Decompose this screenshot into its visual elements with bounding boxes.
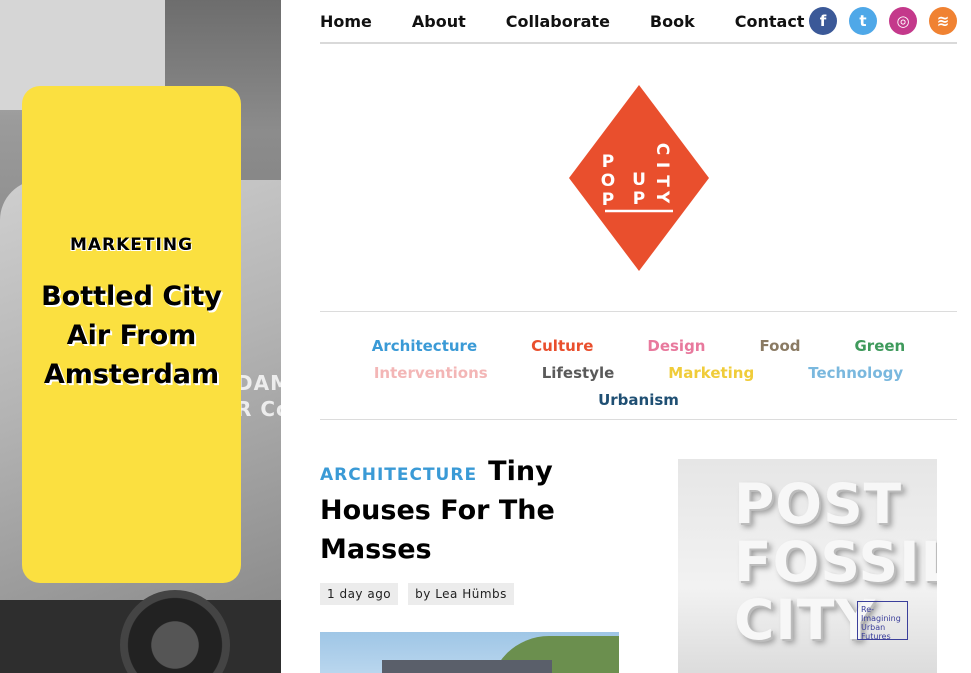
article-time: 1 day ago bbox=[320, 583, 399, 605]
article-meta: 1 day ago by Lea Hümbs bbox=[320, 583, 514, 605]
popup-city-logo[interactable]: P O P U P C I T Y bbox=[569, 85, 709, 271]
logo-letter: O bbox=[601, 171, 615, 191]
logo-letter: I bbox=[652, 162, 672, 168]
logo-letter: P bbox=[602, 152, 614, 172]
main-nav: Home About Collaborate Book Contact f t … bbox=[320, 0, 957, 44]
category-architecture[interactable]: Architecture bbox=[372, 337, 477, 355]
featured-article: ARCHITECTURE Tiny Houses For The Masses bbox=[320, 452, 620, 569]
category-row: Interventions Lifestyle Marketing Techno… bbox=[320, 359, 957, 386]
hero-title[interactable]: Bottled City Air From Amsterdam bbox=[38, 277, 225, 394]
truck-lettering: DAM R Co bbox=[236, 371, 281, 421]
category-lifestyle[interactable]: Lifestyle bbox=[542, 364, 615, 382]
twitter-icon[interactable]: t bbox=[849, 7, 877, 35]
article-category[interactable]: ARCHITECTURE bbox=[320, 465, 477, 485]
category-green[interactable]: Green bbox=[855, 337, 906, 355]
nav-contact[interactable]: Contact bbox=[735, 12, 805, 31]
logo-letter: C bbox=[652, 143, 672, 155]
logo-letter: U bbox=[632, 170, 646, 190]
article-author[interactable]: by Lea Hümbs bbox=[408, 583, 514, 605]
category-culture[interactable]: Culture bbox=[531, 337, 593, 355]
category-technology[interactable]: Technology bbox=[808, 364, 903, 382]
category-row: Architecture Culture Design Food Green bbox=[320, 332, 957, 359]
article-thumbnail[interactable] bbox=[320, 632, 619, 673]
category-menu: Architecture Culture Design Food Green I… bbox=[320, 311, 957, 420]
nav-book[interactable]: Book bbox=[650, 12, 695, 31]
category-row: Urbanism bbox=[320, 386, 957, 413]
post-fossil-city-image[interactable]: POST FOSSIL CITY Re- Imagining Urban Fut… bbox=[678, 459, 937, 673]
nav-home[interactable]: Home bbox=[320, 12, 372, 31]
hero-card[interactable]: MARKETING Bottled City Air From Amsterda… bbox=[22, 86, 241, 583]
category-food[interactable]: Food bbox=[760, 337, 801, 355]
logo-letter: T bbox=[652, 175, 672, 187]
facebook-icon[interactable]: f bbox=[809, 7, 837, 35]
instagram-icon[interactable]: ◎ bbox=[889, 7, 917, 35]
nav-collaborate[interactable]: Collaborate bbox=[506, 12, 610, 31]
category-design[interactable]: Design bbox=[647, 337, 705, 355]
rss-icon[interactable]: ≋ bbox=[929, 7, 957, 35]
category-marketing[interactable]: Marketing bbox=[668, 364, 754, 382]
side-image-line: FOSSIL bbox=[734, 530, 937, 594]
logo-letter: Y bbox=[652, 190, 672, 204]
hero-banner[interactable]: DAM R Co MARKETING Bottled City Air From… bbox=[0, 0, 281, 673]
logo-letter: P bbox=[602, 190, 614, 210]
logo-letter: P bbox=[633, 189, 645, 209]
category-urbanism[interactable]: Urbanism bbox=[598, 391, 679, 409]
thumbnail-house-roof bbox=[382, 660, 552, 673]
side-image-tag: Re- Imagining Urban Futures bbox=[857, 601, 908, 641]
category-interventions[interactable]: Interventions bbox=[374, 364, 488, 382]
side-image-line: POST bbox=[734, 472, 903, 536]
nav-about[interactable]: About bbox=[412, 12, 466, 31]
hero-category[interactable]: MARKETING bbox=[70, 235, 193, 255]
social-links: f t ◎ ≋ bbox=[809, 7, 957, 35]
